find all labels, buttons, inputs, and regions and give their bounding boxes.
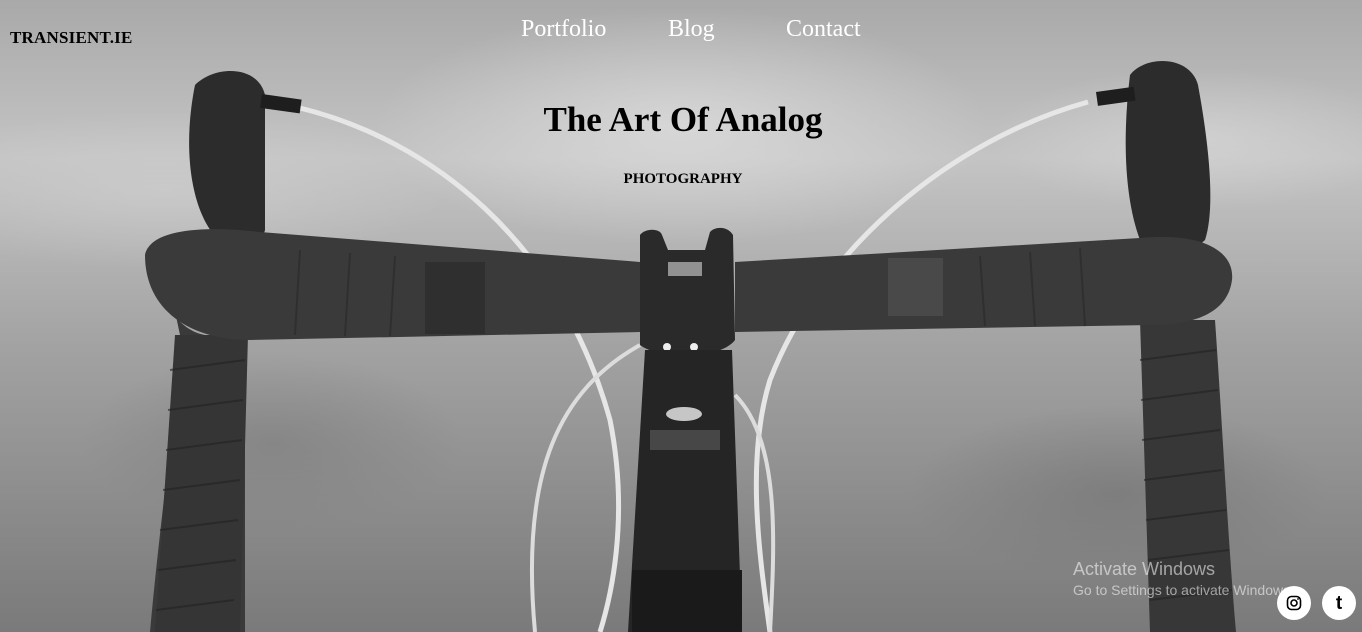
activate-windows-watermark: Activate Windows Go to Settings to activ… <box>1073 559 1294 598</box>
watermark-line-1: Activate Windows <box>1073 559 1216 579</box>
instagram-icon <box>1286 595 1302 611</box>
watermark-line-2: Go to Settings to activate Windows. <box>1073 582 1294 598</box>
main-nav: Portfolio Blog Contact <box>0 16 1362 50</box>
tumblr-link[interactable]: t <box>1322 586 1356 620</box>
nav-link-blog[interactable]: Blog <box>668 16 715 43</box>
hero-title: The Art Of Analog <box>543 100 823 139</box>
bicycle-handlebar-photo <box>145 61 1236 632</box>
hero-section: TRANSIENT.IE Portfolio Blog Contact The … <box>0 0 1362 632</box>
instagram-link[interactable] <box>1277 586 1311 620</box>
nav-link-contact[interactable]: Contact <box>786 16 861 43</box>
hero-subtitle: PHOTOGRAPHY <box>623 171 743 187</box>
nav-link-portfolio[interactable]: Portfolio <box>521 16 606 43</box>
tumblr-icon: t <box>1335 592 1343 614</box>
